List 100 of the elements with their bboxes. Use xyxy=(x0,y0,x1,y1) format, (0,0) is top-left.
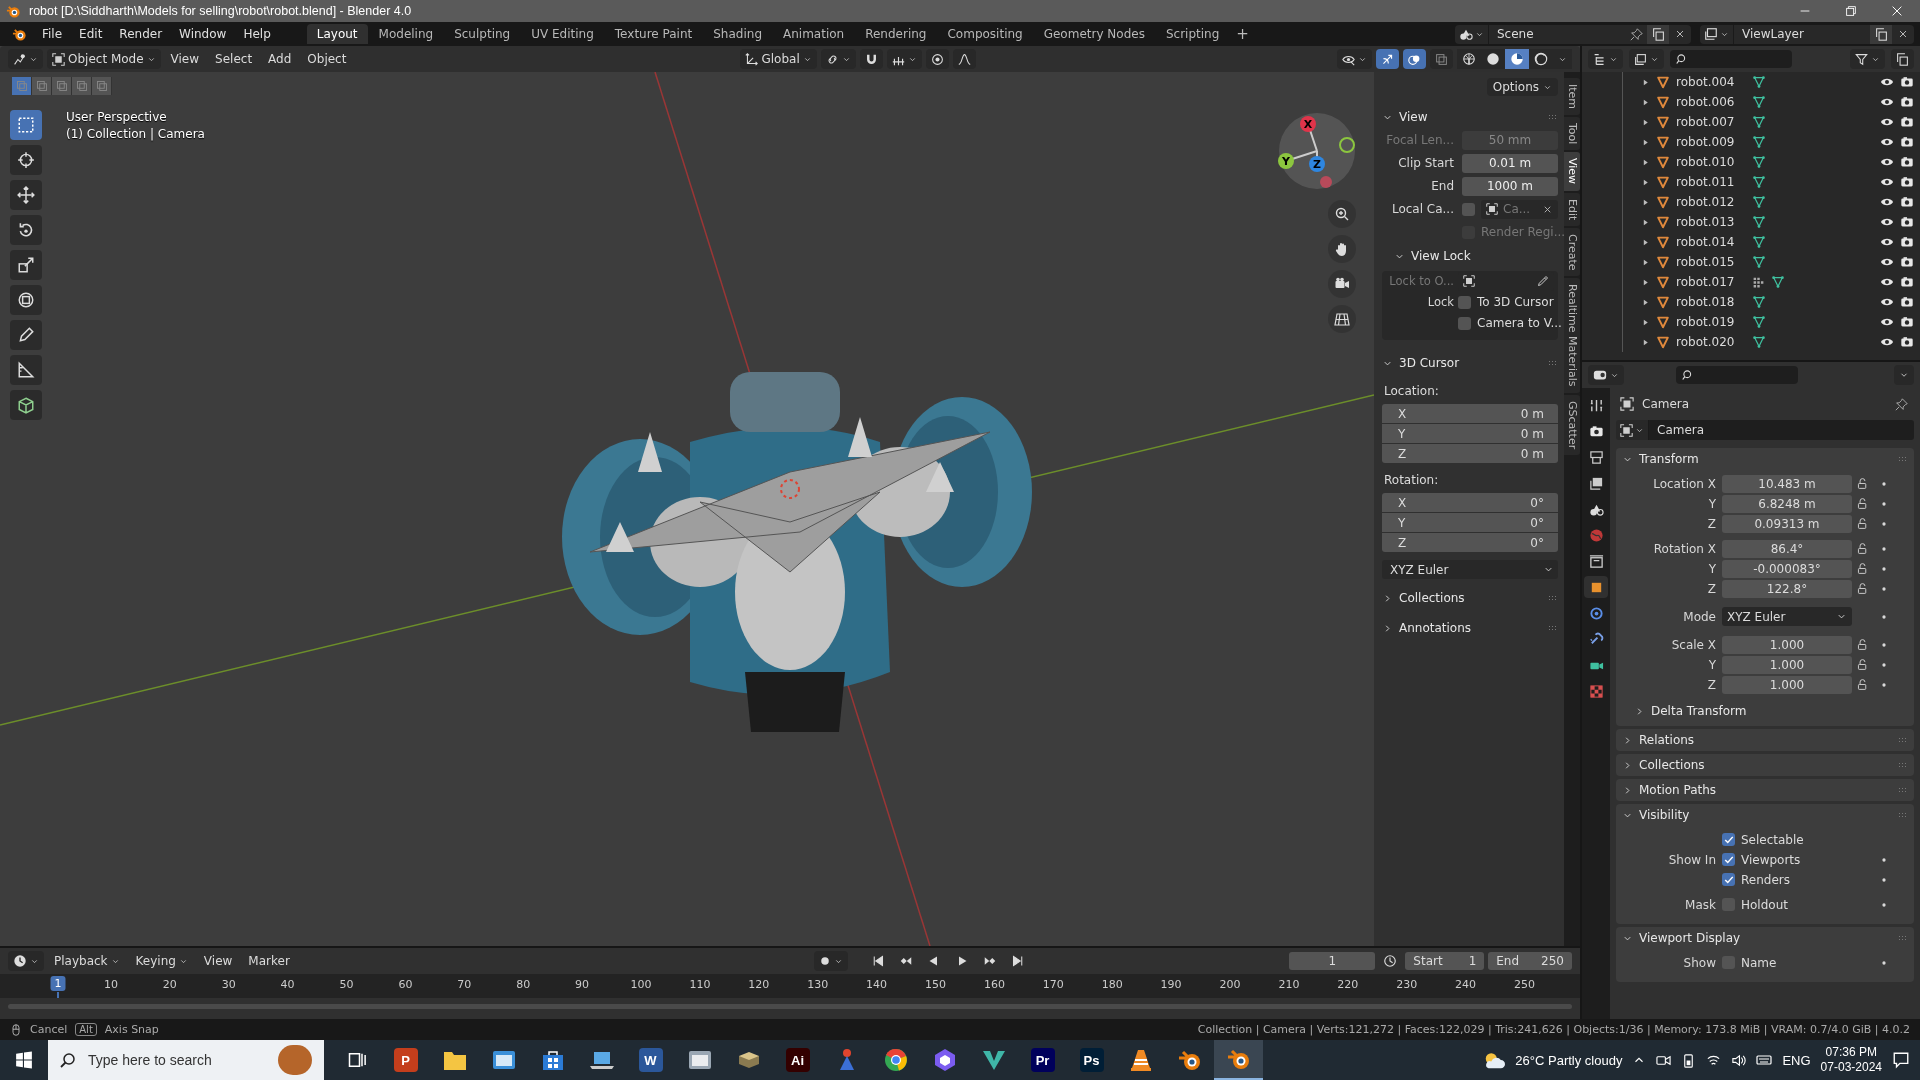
playhead[interactable]: 1 xyxy=(50,976,66,991)
workspace-tab[interactable]: Compositing xyxy=(937,24,1033,44)
language-indicator[interactable]: ENG xyxy=(1782,1052,1811,1068)
menu-item[interactable]: Render xyxy=(111,24,171,44)
search-field[interactable]: Type here to search xyxy=(48,1040,324,1080)
search-field[interactable]: Type here to search xyxy=(86,1051,260,1069)
dropdown[interactable]: XYZ Euler xyxy=(1722,607,1852,626)
scene-selector[interactable]: Scene xyxy=(1455,24,1691,44)
workspace-tab[interactable]: Geometry Nodes xyxy=(1033,24,1155,44)
panel-header[interactable]: Delta Transform xyxy=(1634,700,1908,722)
menu-item[interactable]: File xyxy=(34,24,71,44)
outliner-row[interactable]: robot.007 xyxy=(1622,112,1920,132)
outliner-row[interactable]: robot.011 xyxy=(1622,172,1920,192)
outliner-row[interactable]: robot.018 xyxy=(1622,292,1920,312)
outliner-row[interactable]: robot.017 xyxy=(1622,272,1920,292)
start-frame-field[interactable]: Start 1 xyxy=(1405,952,1485,970)
panel-header[interactable]: Transform xyxy=(1622,448,1908,470)
frame-number: 190 xyxy=(1160,978,1182,991)
number-field[interactable]: X 0° xyxy=(1382,493,1558,512)
workspace-tab[interactable]: Sculpting xyxy=(444,24,521,44)
frame-ruler[interactable]: 1 10 20 30 40 50 60 70 80 90 100 110 120 130 140 150 160 170 180 190 200 210 220 230 240 250 xyxy=(0,974,1580,998)
menu-item[interactable]: Marker xyxy=(242,952,296,970)
panel-header[interactable]: Viewport Display xyxy=(1622,927,1908,949)
sidebar-tab[interactable]: Tool xyxy=(1564,117,1580,151)
number-field[interactable]: Y 0° xyxy=(1382,513,1558,532)
orientation-dropdown[interactable]: Global xyxy=(740,49,817,69)
menu-item[interactable]: Edit xyxy=(71,24,111,44)
menu-item[interactable]: View xyxy=(164,50,206,68)
end-frame-field[interactable]: End 250 xyxy=(1488,952,1572,970)
number-field[interactable]: 1.000 xyxy=(1722,655,1852,674)
options-dropdown[interactable]: Options xyxy=(1486,78,1558,96)
number-field[interactable]: Z 0° xyxy=(1382,533,1558,552)
add-workspace-button[interactable]: + xyxy=(1230,24,1255,44)
menu-dropdown[interactable]: Keying xyxy=(129,952,194,970)
outliner-row[interactable]: robot.006 xyxy=(1622,92,1920,112)
clock[interactable]: 07:36 PM 07-03-2024 xyxy=(1820,1045,1882,1075)
number-field[interactable]: Z 0 m xyxy=(1382,444,1558,463)
panel-header[interactable]: Collections xyxy=(1382,587,1558,609)
number-field[interactable]: X 0 m xyxy=(1382,404,1558,423)
panel-header[interactable]: Annotations xyxy=(1382,617,1558,639)
number-field[interactable]: 86.4° xyxy=(1722,539,1852,558)
outliner-row[interactable]: robot.014 xyxy=(1622,232,1920,252)
menu-item[interactable]: View xyxy=(197,952,239,970)
frame-number: 230 xyxy=(1396,978,1418,991)
menu-item[interactable]: Object xyxy=(301,50,353,68)
mode-dropdown[interactable]: Object Mode xyxy=(47,49,161,69)
menu-dropdown[interactable]: Playback xyxy=(48,952,126,970)
workspace-tab[interactable]: Layout xyxy=(306,24,368,44)
taskbar-app[interactable]: W xyxy=(626,1040,675,1080)
number-field[interactable]: 6.8248 m xyxy=(1722,494,1852,513)
dropdown[interactable]: XYZ Euler xyxy=(1382,560,1558,579)
panel-header[interactable]: View xyxy=(1382,106,1558,128)
number-field[interactable]: 1.000 xyxy=(1722,635,1852,654)
workspace-tab[interactable]: Shading xyxy=(703,24,772,44)
number-field[interactable]: 10.483 m xyxy=(1722,474,1852,493)
number-field[interactable]: 0.01 m xyxy=(1462,153,1558,173)
taskbar-app[interactable]: Ps xyxy=(1067,1040,1116,1080)
menu-item[interactable]: Window xyxy=(171,24,235,44)
workspace-tab[interactable]: Animation xyxy=(773,24,855,44)
number-field[interactable]: 0.09313 m xyxy=(1722,514,1852,533)
taskbar-app[interactable]: Pr xyxy=(1018,1040,1067,1080)
panel-header[interactable]: Relations xyxy=(1622,729,1908,751)
outliner-row[interactable]: robot.004 xyxy=(1622,72,1920,92)
outliner-row[interactable]: robot.012 xyxy=(1622,192,1920,212)
view-layer-selector[interactable]: ViewLayer xyxy=(1700,24,1914,44)
sidebar-tab[interactable]: View xyxy=(1564,152,1580,191)
number-field[interactable]: 1.000 xyxy=(1722,675,1852,694)
outliner-row[interactable]: robot.015 xyxy=(1622,252,1920,272)
sidebar-tab[interactable]: Edit xyxy=(1564,192,1580,226)
number-field[interactable]: -0.000083° xyxy=(1722,559,1852,578)
outliner-row[interactable]: robot.019 xyxy=(1622,312,1920,332)
outliner-row[interactable]: robot.010 xyxy=(1622,152,1920,172)
taskbar-app[interactable]: P xyxy=(381,1040,430,1080)
sidebar-tab[interactable]: Item xyxy=(1564,78,1580,116)
workspace-tab[interactable]: Rendering xyxy=(855,24,937,44)
sidebar-tab[interactable]: GScatter xyxy=(1564,394,1580,456)
current-frame-field[interactable]: 1 xyxy=(1289,952,1376,970)
workspace-tab[interactable]: Scripting xyxy=(1155,24,1230,44)
taskbar-app[interactable]: Ai xyxy=(773,1040,822,1080)
checkbox-label: Renders xyxy=(1741,872,1790,887)
menu-item[interactable]: Select xyxy=(209,50,259,68)
panel-header[interactable]: Visibility xyxy=(1622,804,1908,826)
workspace-tab[interactable]: Texture Paint xyxy=(604,24,703,44)
panel-header[interactable]: View Lock xyxy=(1394,245,1558,267)
panel-header[interactable]: 3D Cursor xyxy=(1382,352,1558,374)
outliner-row[interactable]: robot.020 xyxy=(1622,332,1920,352)
object-name: robot.018 xyxy=(1676,295,1736,309)
number-field[interactable]: Y 0 m xyxy=(1382,424,1558,443)
panel-header[interactable]: Collections xyxy=(1622,754,1908,776)
number-field[interactable]: 1000 m xyxy=(1462,176,1558,196)
panel-header[interactable]: Motion Paths xyxy=(1622,779,1908,801)
sidebar-tab[interactable]: Create xyxy=(1564,227,1580,277)
menu-item[interactable]: Add xyxy=(262,50,298,68)
workspace-tab[interactable]: UV Editing xyxy=(521,24,604,44)
outliner-row[interactable]: robot.013 xyxy=(1622,212,1920,232)
outliner-row[interactable]: robot.009 xyxy=(1622,132,1920,152)
sidebar-tab[interactable]: Realtime Materials xyxy=(1564,278,1580,393)
number-field[interactable]: 122.8° xyxy=(1722,579,1852,598)
menu-item[interactable]: Help xyxy=(235,24,279,44)
workspace-tab[interactable]: Modeling xyxy=(368,24,444,44)
